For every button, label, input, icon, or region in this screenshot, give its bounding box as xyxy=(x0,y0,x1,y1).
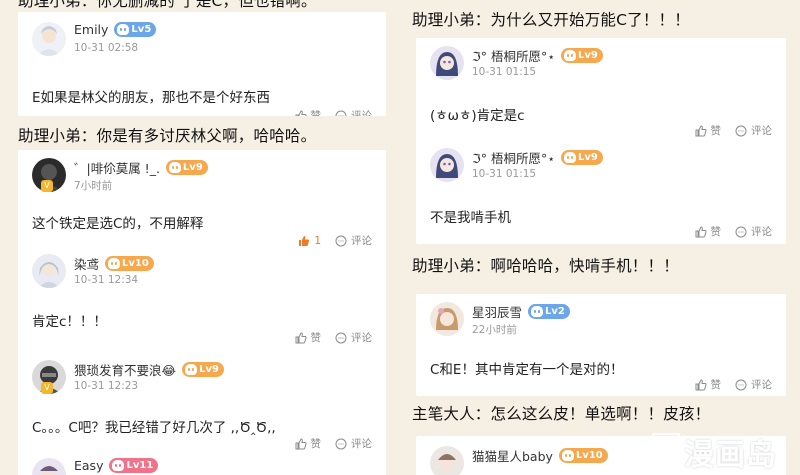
comment-bubble-icon xyxy=(735,226,747,237)
comment-button[interactable]: 评论 xyxy=(735,123,772,138)
username[interactable]: ゛|啡伱莫属 !_. Lv9 xyxy=(74,158,208,177)
cat-face-icon xyxy=(561,450,574,461)
caption-chief-editor: 主笔大人：怎么这么皮！单选啊！！皮孩！ xyxy=(412,405,711,423)
thumbs-up-icon xyxy=(295,331,307,343)
username[interactable]: 染鸢 Lv10 xyxy=(74,254,154,273)
caption-assistant: 助理小弟：你是有多讨厌林父啊，哈哈哈。 xyxy=(18,127,317,145)
thumbs-up-icon xyxy=(295,109,307,116)
like-button[interactable]: 赞 xyxy=(295,436,321,451)
vip-badge: V xyxy=(41,180,53,192)
cat-face-icon xyxy=(531,306,544,317)
avatar[interactable] xyxy=(430,446,464,475)
avatar[interactable] xyxy=(32,254,66,288)
comment-text: 这个铁定是选C的，不用解释 xyxy=(32,216,204,232)
cat-face-icon xyxy=(108,258,121,269)
comment-bubble-icon xyxy=(335,110,347,116)
level-badge: Lv2 xyxy=(528,304,570,319)
username[interactable]: 星羽辰雪 Lv2 xyxy=(472,302,570,321)
thumbs-up-icon xyxy=(695,378,707,390)
cat-face-icon xyxy=(564,152,577,163)
thumbs-up-icon xyxy=(695,124,707,136)
timestamp: 10-31 01:15 xyxy=(472,168,537,180)
vip-badge: V xyxy=(41,382,53,394)
comment-button[interactable]: 评论 xyxy=(735,224,772,239)
level-badge: Lv9 xyxy=(182,362,224,377)
comment-text: (ㅎωㅎ)肯定是c xyxy=(430,108,525,124)
comment-bubble-icon xyxy=(735,379,747,390)
level-badge: Lv10 xyxy=(105,256,154,271)
thumbs-up-icon xyxy=(695,225,707,237)
username[interactable]: 猥琐发育不要浪😂 Lv9 xyxy=(74,360,224,379)
watermark-m-box: M xyxy=(652,433,682,471)
comment-card: V ゛|啡伱莫属 !_. Lv9 7小时前 这个铁定是选C的，不用解释 1 评论 xyxy=(18,150,386,475)
comment-card: 星羽辰雪 Lv2 22小时前 C和E！其中肯定有一个是对的！ 赞 评论 xyxy=(416,294,786,396)
avatar[interactable] xyxy=(430,148,464,182)
avatar[interactable] xyxy=(430,302,464,336)
username[interactable]: ℑ° 梧桐所愿°⋆ Lv9 xyxy=(472,148,603,167)
comment-text: C和E！其中肯定有一个是对的！ xyxy=(430,362,624,378)
cat-face-icon xyxy=(185,364,198,375)
avatar[interactable] xyxy=(32,22,66,56)
username[interactable]: Emily Lv5 xyxy=(74,22,157,37)
level-badge: Lv9 xyxy=(561,150,603,165)
timestamp: 7小时前 xyxy=(74,180,113,192)
caption-assistant: 助理小弟：为什么又开始万能C了！！！ xyxy=(412,11,690,29)
comment-button[interactable]: 评论 xyxy=(335,233,372,248)
comment-button[interactable]: 评论 xyxy=(335,330,372,345)
thumbs-up-icon xyxy=(299,235,310,246)
timestamp: 22小时前 xyxy=(472,324,517,336)
comment-button[interactable]: 评论 xyxy=(335,108,372,116)
comment-card: ℑ° 梧桐所愿°⋆ Lv9 10-31 01:15 (ㅎωㅎ)肯定是c 赞 评论 xyxy=(416,38,786,244)
comment-card: Emily Lv5 10-31 02:58 E如果是林父的朋友，那也不是个好东西… xyxy=(18,12,386,116)
caption-assistant: 助理小弟：啊哈哈哈，快啃手机！！！ xyxy=(412,257,679,275)
comment-actions: 赞 评论 xyxy=(695,123,772,138)
comment-actions: 赞 评论 xyxy=(295,108,372,116)
comment-text: C。。。C吧？我已经错了好几次了 ,,Ծ‸Ծ,, xyxy=(32,420,276,436)
comment-bubble-icon xyxy=(335,332,347,343)
like-button[interactable]: 赞 xyxy=(295,108,321,116)
level-badge: Lv10 xyxy=(558,448,608,463)
comment-button[interactable]: 评论 xyxy=(735,377,772,392)
comment-actions: 赞 评论 xyxy=(295,330,372,345)
cat-face-icon xyxy=(168,162,181,173)
cat-face-icon xyxy=(117,24,130,35)
thumbs-up-icon xyxy=(295,437,307,449)
cat-face-icon xyxy=(564,50,577,61)
timestamp: 10-31 02:58 xyxy=(74,42,139,54)
like-button[interactable]: 赞 xyxy=(695,224,721,239)
level-badge: Lv11 xyxy=(109,458,159,473)
comment-button[interactable]: 评论 xyxy=(335,436,372,451)
level-badge: Lv5 xyxy=(114,22,157,37)
like-button[interactable]: 赞 xyxy=(695,123,721,138)
level-badge: Lv9 xyxy=(561,48,603,63)
comment-bubble-icon xyxy=(335,438,347,449)
username[interactable]: Easy Lv11 xyxy=(74,458,159,473)
comment-actions: 1 评论 xyxy=(298,233,372,248)
comment-text: 不是我啃手机 xyxy=(430,210,511,226)
avatar[interactable] xyxy=(32,458,66,475)
timestamp: 10-31 01:15 xyxy=(472,66,537,78)
timestamp: 10-31 12:23 xyxy=(74,380,139,392)
username[interactable]: 猫猫星人baby Lv10 xyxy=(472,446,608,465)
watermark-logo: M 漫画岛 xyxy=(652,430,777,474)
like-button[interactable]: 1 xyxy=(298,235,321,247)
like-button[interactable]: 赞 xyxy=(295,330,321,345)
timestamp: 10-31 12:34 xyxy=(74,274,139,286)
level-badge: Lv9 xyxy=(165,160,208,175)
comment-actions: 赞 评论 xyxy=(295,436,372,451)
comment-actions: 赞 评论 xyxy=(695,377,772,392)
username[interactable]: ℑ° 梧桐所愿°⋆ Lv9 xyxy=(472,46,603,65)
like-button[interactable]: 赞 xyxy=(695,377,721,392)
avatar[interactable] xyxy=(430,46,464,80)
comment-text: 肯定c！！！ xyxy=(32,314,107,330)
comment-bubble-icon xyxy=(335,235,347,246)
caption-top-partial: 助理小弟：你无删减的 了是C，但也错啊。 xyxy=(18,0,317,10)
watermark-text: 漫画岛 xyxy=(684,438,777,473)
comment-bubble-icon xyxy=(735,125,747,136)
comment-text: E如果是林父的朋友，那也不是个好东西 xyxy=(32,90,271,106)
cat-face-icon xyxy=(112,460,125,471)
comment-actions: 赞 评论 xyxy=(695,224,772,239)
